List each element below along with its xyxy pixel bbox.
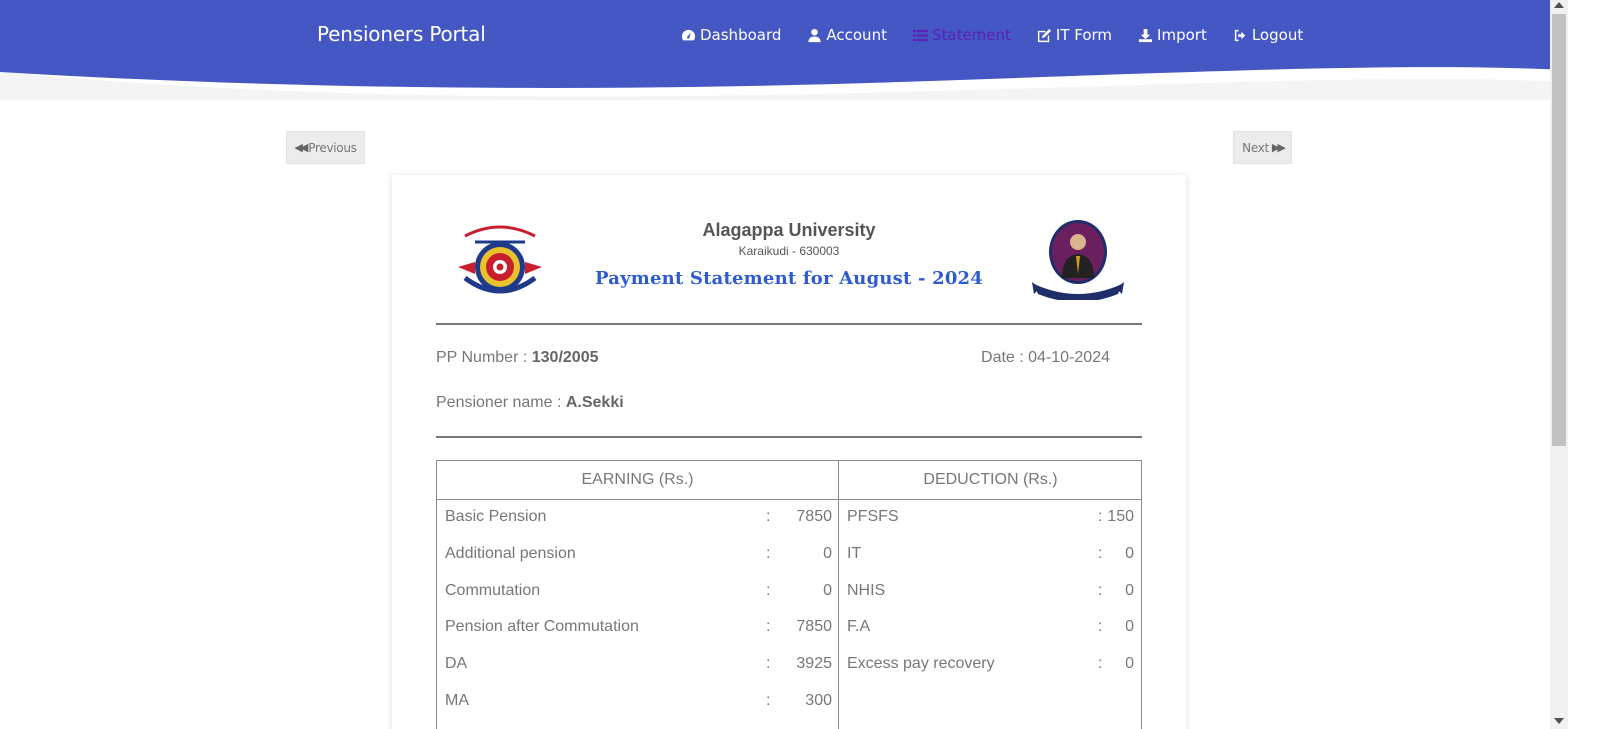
earning-label: Pension after Commutation	[445, 618, 639, 636]
deduction-label: Excess pay recovery	[847, 655, 995, 673]
deduction-value: 0	[1125, 581, 1134, 599]
deduction-value: 0	[1125, 618, 1134, 636]
user-icon	[807, 28, 822, 43]
earning-label: MA	[445, 692, 469, 709]
colon-separator: :	[1098, 655, 1103, 673]
next-label: Next	[1242, 140, 1269, 155]
earning-label: Commutation	[445, 581, 541, 599]
colon-separator: :	[766, 655, 771, 673]
earning-value: 0	[823, 544, 832, 562]
previous-label: Previous	[308, 140, 357, 155]
pensioner-name-label: Pensioner name :	[436, 394, 566, 411]
university-city: Karaikudi - 630003	[738, 244, 840, 258]
earning-label: DA	[445, 655, 468, 673]
deduction-row: Excess pay recovery: 0	[847, 655, 1134, 675]
double-left-arrow-icon: ◀◀	[294, 141, 308, 154]
deduction-label: IT	[847, 544, 862, 562]
main-nav: Dashboard Account Statement IT Form Impo…	[681, 26, 1329, 44]
header-wave-background	[0, 0, 1568, 100]
scroll-down-arrow-icon[interactable]	[1554, 718, 1564, 724]
top-navbar: Pensioners Portal Dashboard Account Stat…	[0, 0, 1568, 100]
earning-label: Additional pension	[445, 544, 576, 562]
nav-dashboard-label: Dashboard	[700, 26, 782, 44]
earning-row: Basic Pension: 7850	[445, 508, 832, 528]
pensioner-name-value: A.Sekki	[565, 394, 624, 411]
deduction-row: PFSFS:150	[847, 508, 1134, 528]
earning-value: 7850	[796, 508, 832, 525]
nav-logout[interactable]: Logout	[1233, 26, 1303, 44]
deduction-label: PFSFS	[847, 508, 899, 525]
next-button[interactable]: Next ▶▶	[1233, 131, 1292, 164]
earning-value: 3925	[796, 655, 832, 673]
colon-separator: :	[766, 618, 771, 636]
header-divider	[437, 499, 1141, 500]
date-line: Date : 04-10-2024	[981, 349, 1110, 367]
earning-row: Pension after Commutation: 7850	[445, 618, 832, 638]
pp-number-value: 130/2005	[531, 349, 599, 366]
colon-separator: :	[1098, 618, 1103, 636]
pp-number-line: PP Number : 130/2005	[436, 349, 598, 367]
dashboard-icon	[681, 28, 696, 43]
nav-account-label: Account	[826, 26, 887, 44]
nav-import[interactable]: Import	[1138, 26, 1207, 44]
nav-it-form[interactable]: IT Form	[1037, 26, 1112, 44]
divider	[436, 436, 1142, 438]
brand-title[interactable]: Pensioners Portal	[317, 22, 486, 46]
earning-value: 300	[805, 692, 832, 709]
colon-separator: :	[1098, 581, 1103, 599]
colon-separator: :	[1098, 544, 1103, 562]
date-value: 04-10-2024	[1028, 349, 1110, 366]
previous-button[interactable]: ◀◀ Previous	[286, 131, 365, 164]
deduction-row: IT: 0	[847, 545, 1134, 565]
pensioner-name-line: Pensioner name : A.Sekki	[436, 394, 624, 412]
date-label: Date :	[981, 349, 1029, 366]
download-icon	[1138, 28, 1153, 43]
scrollbar-thumb[interactable]	[1552, 14, 1566, 446]
nav-it-form-label: IT Form	[1055, 26, 1113, 44]
page-viewport: Pensioners Portal Dashboard Account Stat…	[0, 0, 1568, 729]
earning-row: Additional pension: 0	[445, 545, 832, 565]
colon-separator: :	[766, 581, 771, 599]
earning-header: EARNING (Rs.)	[581, 471, 694, 488]
edit-icon	[1037, 28, 1052, 43]
payment-table: EARNING (Rs.) DEDUCTION (Rs.) Basic Pens…	[436, 460, 1142, 729]
nav-import-label: Import	[1157, 26, 1207, 44]
earning-label: Basic Pension	[445, 508, 547, 525]
deduction-row: NHIS: 0	[847, 582, 1134, 602]
deduction-value: 150	[1107, 508, 1134, 525]
nav-statement[interactable]: Statement	[912, 26, 1011, 44]
colon-separator: :	[766, 692, 771, 709]
column-divider	[838, 461, 839, 729]
deduction-row: F.A: 0	[847, 618, 1134, 638]
earning-value: 7850	[796, 618, 832, 636]
scroll-up-arrow-icon[interactable]	[1554, 2, 1564, 8]
nav-dashboard[interactable]: Dashboard	[681, 26, 781, 44]
double-right-arrow-icon: ▶▶	[1271, 141, 1286, 154]
divider	[436, 323, 1142, 325]
nav-account[interactable]: Account	[807, 26, 887, 44]
earning-value: 0	[823, 581, 832, 599]
deduction-value: 0	[1125, 655, 1134, 673]
deduction-header: DEDUCTION (Rs.)	[923, 471, 1058, 488]
university-name: Alagappa University	[702, 220, 876, 240]
colon-separator: :	[766, 544, 771, 562]
pp-number-label: PP Number :	[436, 349, 532, 366]
list-icon	[912, 28, 928, 43]
deduction-label: F.A	[847, 618, 871, 636]
earning-row: Commutation: 0	[445, 582, 832, 602]
deduction-value: 0	[1125, 544, 1134, 562]
nav-statement-label: Statement	[931, 26, 1011, 44]
nav-logout-label: Logout	[1251, 26, 1304, 44]
earning-row: MA: 300	[445, 692, 832, 712]
deduction-label: NHIS	[847, 581, 886, 599]
logout-icon	[1233, 28, 1248, 43]
statement-title: Payment Statement for August - 2024	[594, 268, 984, 289]
colon-separator: :	[766, 508, 771, 525]
colon-separator: :	[1098, 508, 1103, 525]
earning-row: DA: 3925	[445, 655, 832, 675]
